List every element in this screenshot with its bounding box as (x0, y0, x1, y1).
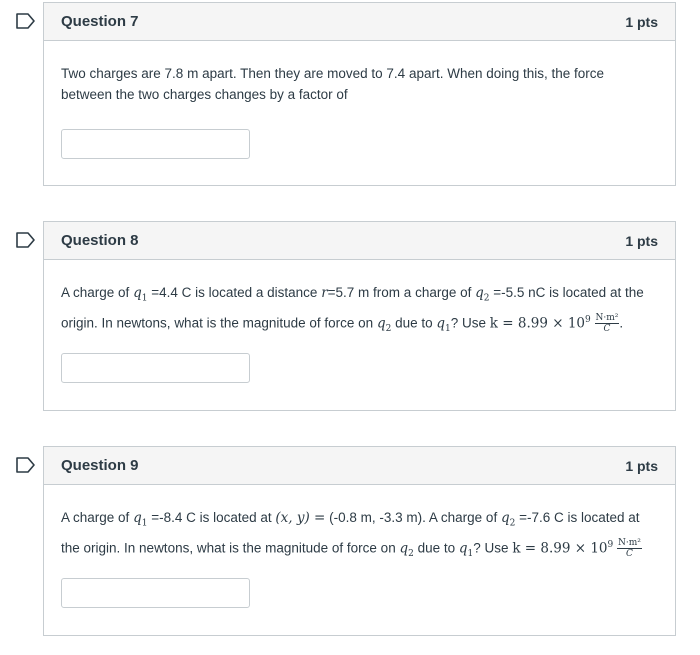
question-header: Question 8 1 pts (44, 222, 675, 260)
answer-input[interactable] (61, 578, 250, 608)
answer-input[interactable] (61, 129, 250, 159)
flag-question-9-icon[interactable] (15, 456, 37, 474)
question-9: Question 9 1 pts A charge of q1 =-8.4 C … (43, 446, 676, 636)
unit-fraction: N·m² C (617, 538, 642, 560)
question-title: Question 9 (61, 457, 139, 474)
question-title: Question 7 (61, 13, 139, 30)
question-text: A charge of q1 =-8.4 C is located at (x,… (61, 510, 642, 560)
question-header: Question 7 1 pts (44, 3, 675, 41)
question-points: 1 pts (625, 13, 658, 30)
question-body: Two charges are 7.8 m apart. Then they a… (44, 41, 675, 105)
question-body: A charge of q1 =4.4 C is located a dista… (44, 260, 675, 340)
constant-k: k = 8.99 × 10 (512, 540, 608, 557)
question-header: Question 9 1 pts (44, 447, 675, 485)
constant-k: k = 8.99 × 10 (489, 315, 586, 332)
unit-fraction: N·m² C (594, 313, 620, 335)
flag-question-8-icon[interactable] (15, 231, 37, 249)
question-text: Two charges are 7.8 m apart. Then they a… (61, 66, 605, 102)
question-title: Question 8 (61, 232, 139, 249)
question-points: 1 pts (625, 232, 658, 249)
question-text: A charge of q1 =4.4 C is located a dista… (61, 285, 644, 335)
answer-input[interactable] (61, 353, 250, 383)
question-7: Question 7 1 pts Two charges are 7.8 m a… (43, 2, 676, 186)
question-body: A charge of q1 =-8.4 C is located at (x,… (44, 485, 675, 565)
flag-question-7-icon[interactable] (15, 12, 37, 30)
question-8: Question 8 1 pts A charge of q1 =4.4 C i… (43, 221, 676, 411)
question-points: 1 pts (625, 457, 658, 474)
